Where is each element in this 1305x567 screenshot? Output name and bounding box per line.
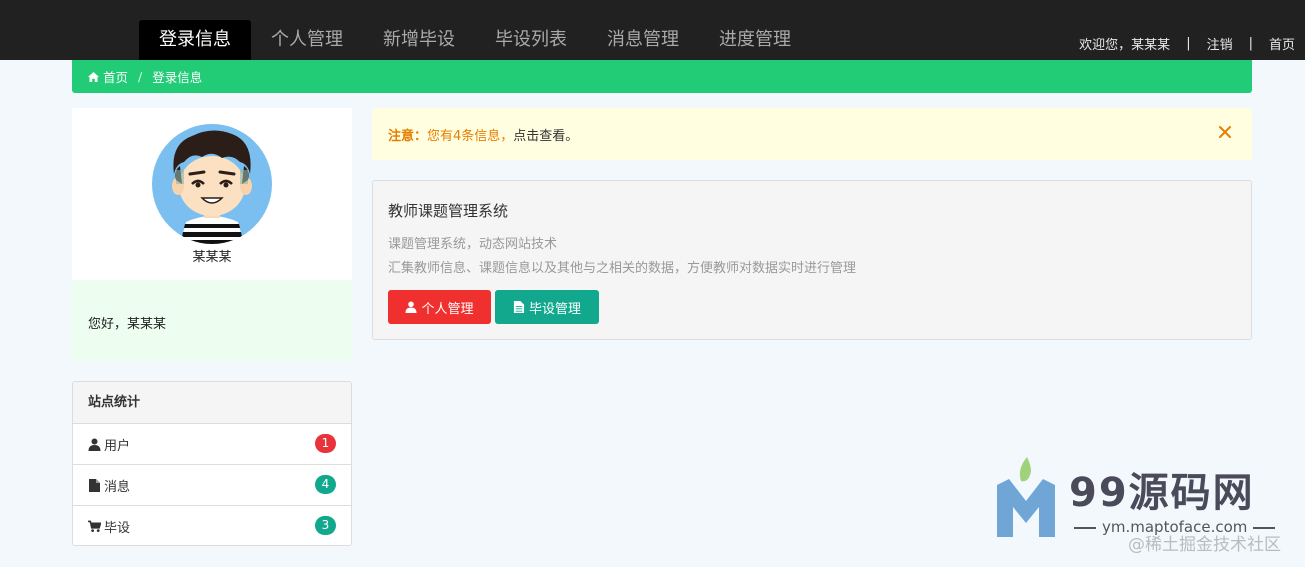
main-nav: 登录信息 个人管理 新增毕设 毕设列表 消息管理 进度管理 (139, 20, 811, 60)
alert-message: 您有4条信息， (427, 128, 514, 144)
system-title: 教师课题管理系统 (388, 202, 509, 220)
system-description: 汇集教师信息、课题信息以及其他与之相关的数据，方便教师对数据实时进行管理 (388, 261, 857, 276)
cart-icon (88, 520, 101, 533)
user-icon (88, 438, 101, 451)
close-icon[interactable] (1218, 125, 1232, 139)
breadcrumb: 首页 / 登录信息 (72, 60, 1252, 93)
count-badge: 4 (315, 475, 336, 494)
top-navbar: 登录信息 个人管理 新增毕设 毕设列表 消息管理 进度管理 欢迎您，某某某 | … (0, 0, 1305, 60)
alert-label: 注意： (388, 128, 428, 144)
count-badge: 3 (315, 516, 336, 535)
profile-card: 某某某 您好，某某某 (72, 108, 352, 360)
stats-label: 消息 (104, 479, 131, 495)
watermark-site: @稀土掘金技术社区 (1128, 535, 1281, 555)
intro-panel: 教师课题管理系统 课题管理系统，动态网站技术 汇集教师信息、课题信息以及其他与之… (372, 180, 1252, 340)
nav-item-progress[interactable]: 进度管理 (699, 20, 811, 60)
divider (1253, 526, 1276, 529)
divider (1074, 526, 1096, 529)
stats-label: 用户 (104, 438, 131, 454)
stats-row-users[interactable]: 用户 1 (73, 424, 351, 465)
breadcrumb-home[interactable]: 首页 (103, 67, 128, 86)
profile-greeting: 您好，某某某 (88, 317, 167, 332)
file-text-icon (513, 301, 525, 313)
divider: | (1248, 36, 1253, 51)
nav-item-project-list[interactable]: 毕设列表 (475, 20, 587, 60)
button-label: 毕设管理 (528, 301, 581, 317)
stats-title: 站点统计 (73, 382, 351, 424)
divider: | (1186, 36, 1191, 51)
home-icon (88, 71, 99, 82)
profile-name: 某某某 (192, 250, 232, 265)
stats-label: 毕设 (104, 521, 131, 536)
stats-row-messages[interactable]: 消息 4 (73, 465, 351, 506)
home-link[interactable]: 首页 (1269, 34, 1295, 53)
notice-alert[interactable]: 注意： 您有4条信息， 点击查看。 (372, 108, 1252, 160)
alert-link[interactable]: 点击查看。 (513, 125, 578, 144)
site-stats-panel: 站点统计 用户 1 消息 4 毕设 3 (72, 381, 352, 546)
welcome-text: 欢迎您，某某某 (1079, 38, 1171, 53)
logout-link[interactable]: 注销 (1207, 34, 1233, 53)
nav-item-new-project[interactable]: 新增毕设 (363, 20, 475, 60)
user-icon (405, 301, 418, 313)
nav-user-area: 欢迎您，某某某 | 注销 | 首页 (1079, 34, 1295, 53)
file-icon (89, 478, 100, 492)
nav-item-messages[interactable]: 消息管理 (587, 20, 699, 60)
stats-row-projects[interactable]: 毕设 3 (73, 506, 351, 545)
button-label: 个人管理 (421, 301, 474, 317)
watermark-logo (997, 457, 1055, 537)
breadcrumb-separator: / (138, 69, 143, 84)
count-badge: 1 (315, 434, 336, 453)
personal-manage-button[interactable]: 个人管理 (388, 290, 491, 324)
breadcrumb-current: 登录信息 (152, 70, 203, 85)
profile-greeting-box: 您好，某某某 (72, 280, 352, 360)
avatar[interactable] (152, 124, 272, 244)
nav-item-personal[interactable]: 个人管理 (251, 20, 363, 60)
profile-header: 某某某 (72, 108, 352, 280)
nav-item-login-info[interactable]: 登录信息 (139, 20, 251, 60)
project-manage-button[interactable]: 毕设管理 (495, 290, 599, 324)
system-subtitle: 课题管理系统，动态网站技术 (388, 237, 558, 252)
watermark-brand: 99源码网 (1069, 470, 1255, 516)
